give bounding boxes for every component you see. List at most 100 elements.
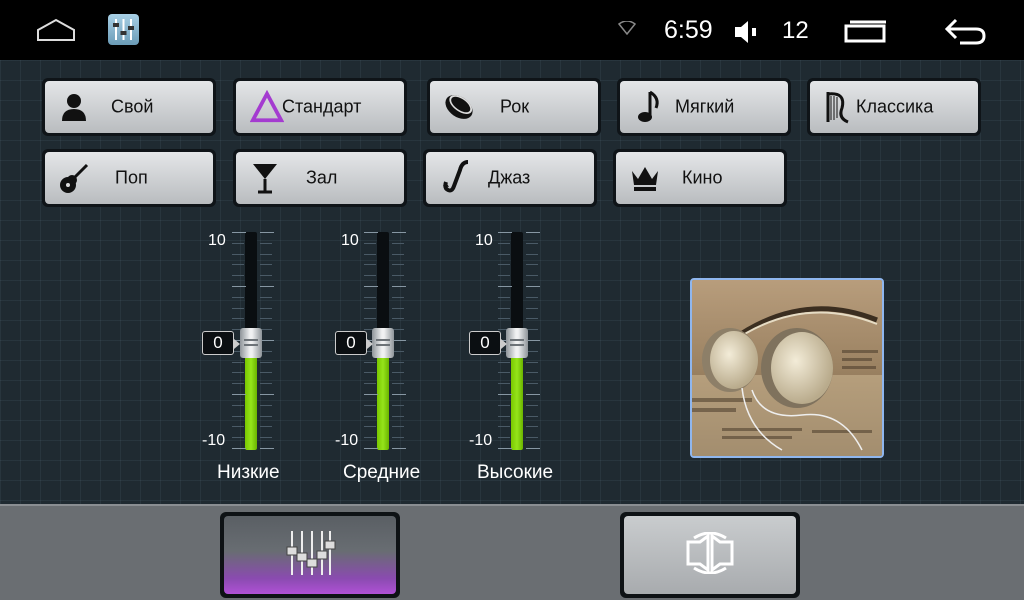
scale-tick: [392, 415, 404, 417]
band-slider-high[interactable]: 10 -10 0 Высокие: [464, 230, 624, 510]
preset-button-zal[interactable]: Зал: [233, 149, 407, 207]
guitar-icon: [57, 161, 91, 195]
scale-tick: [392, 404, 404, 406]
preset-button-dzhaz[interactable]: Джаз: [423, 149, 597, 207]
scale-tick: [364, 404, 376, 406]
scale-tick: [364, 448, 378, 449]
scale-tick: [498, 415, 510, 417]
volume-icon[interactable]: [733, 19, 763, 50]
scale-tick: [526, 253, 538, 255]
level-fill: [245, 345, 257, 450]
scale-tick: [526, 394, 540, 395]
scale-tick: [498, 394, 512, 395]
scale-tick: [364, 372, 376, 374]
scale-tick: [526, 415, 538, 417]
preset-label: Поп: [115, 167, 148, 188]
scale-tick: [260, 264, 272, 266]
scale-tick: [498, 275, 510, 277]
scale-tick: [232, 426, 244, 428]
scale-tick: [364, 253, 376, 255]
scale-tick: [260, 383, 272, 385]
preset-label: Мягкий: [675, 96, 735, 117]
slider-knob[interactable]: [240, 328, 262, 358]
scale-tick: [498, 264, 510, 266]
scale-tick: [526, 361, 538, 363]
scale-tick: [392, 286, 406, 287]
preset-label: Стандарт: [282, 96, 362, 117]
scale-tick: [498, 437, 510, 439]
scale-tick: [232, 361, 244, 363]
balance-fader-icon: [684, 531, 736, 579]
bottom-bar: [0, 504, 1024, 600]
scale-tick: [232, 448, 246, 449]
scale-tick: [526, 307, 538, 309]
equalizer-tab-button[interactable]: [220, 512, 400, 598]
preset-button-rok[interactable]: Рок: [427, 78, 601, 136]
scale-tick: [392, 242, 404, 244]
scale-tick: [260, 361, 272, 363]
slider-knob[interactable]: [506, 328, 528, 358]
band-value: 0: [335, 331, 373, 355]
scale-tick: [232, 383, 244, 385]
scale-tick: [392, 253, 404, 255]
harp-icon: [820, 90, 854, 124]
equalizer-app-icon[interactable]: [108, 14, 139, 45]
scale-tick: [526, 232, 540, 233]
scale-tick: [364, 307, 376, 309]
preset-button-myagkiy[interactable]: Мягкий: [617, 78, 791, 136]
music-note-icon: [632, 90, 666, 124]
preset-button-kino[interactable]: Кино: [613, 149, 787, 207]
scale-tick: [392, 275, 404, 277]
scale-tick: [364, 383, 376, 385]
scale-tick: [260, 404, 272, 406]
scale-tick: [232, 296, 244, 298]
equalizer-panel: Свой Стандарт Рок Мягкий Классика Поп За…: [0, 60, 1024, 504]
preset-button-svoy[interactable]: Свой: [42, 78, 216, 136]
back-icon[interactable]: [944, 16, 988, 51]
scale-tick: [392, 426, 404, 428]
drum-icon: [442, 90, 476, 124]
scale-tick: [232, 404, 244, 406]
slider-knob[interactable]: [372, 328, 394, 358]
scale-tick: [260, 286, 274, 287]
recent-apps-icon[interactable]: [844, 19, 888, 48]
home-icon[interactable]: [36, 18, 76, 47]
scale-tick: [498, 318, 510, 320]
scale-tick: [526, 318, 538, 320]
preset-button-klassika[interactable]: Классика: [807, 78, 981, 136]
scale-tick: [260, 232, 274, 233]
scale-tick: [526, 275, 538, 277]
scale-tick: [232, 275, 244, 277]
scale-tick: [498, 286, 512, 287]
band-label: Высокие: [477, 462, 554, 483]
scale-tick: [392, 383, 404, 385]
preset-button-standart[interactable]: Стандарт: [233, 78, 407, 136]
scale-tick: [232, 286, 246, 287]
preset-button-pop[interactable]: Поп: [42, 149, 216, 207]
scale-tick: [260, 426, 272, 428]
scale-tick: [498, 426, 510, 428]
scale-tick: [392, 340, 406, 341]
saxophone-icon: [440, 160, 474, 195]
scale-max-label: 10: [341, 232, 359, 249]
scale-tick: [526, 383, 538, 385]
scale-tick: [364, 394, 378, 395]
scale-tick: [364, 415, 376, 417]
cocktail-glass-icon: [248, 161, 282, 195]
headphones-image[interactable]: [690, 278, 884, 458]
scale-tick: [526, 448, 540, 449]
balance-fader-tab-button[interactable]: [620, 512, 800, 598]
scale-tick: [526, 437, 538, 439]
scale-tick: [232, 264, 244, 266]
scale-max-label: 10: [475, 232, 493, 249]
scale-tick: [364, 286, 378, 287]
scale-tick: [232, 253, 244, 255]
scale-min-label: -10: [335, 432, 359, 449]
preset-label: Свой: [111, 96, 154, 117]
scale-tick: [260, 253, 272, 255]
level-fill: [511, 345, 523, 450]
scale-tick: [392, 437, 404, 439]
band-value: 0: [469, 331, 507, 355]
scale-tick: [526, 404, 538, 406]
scale-tick: [526, 296, 538, 298]
